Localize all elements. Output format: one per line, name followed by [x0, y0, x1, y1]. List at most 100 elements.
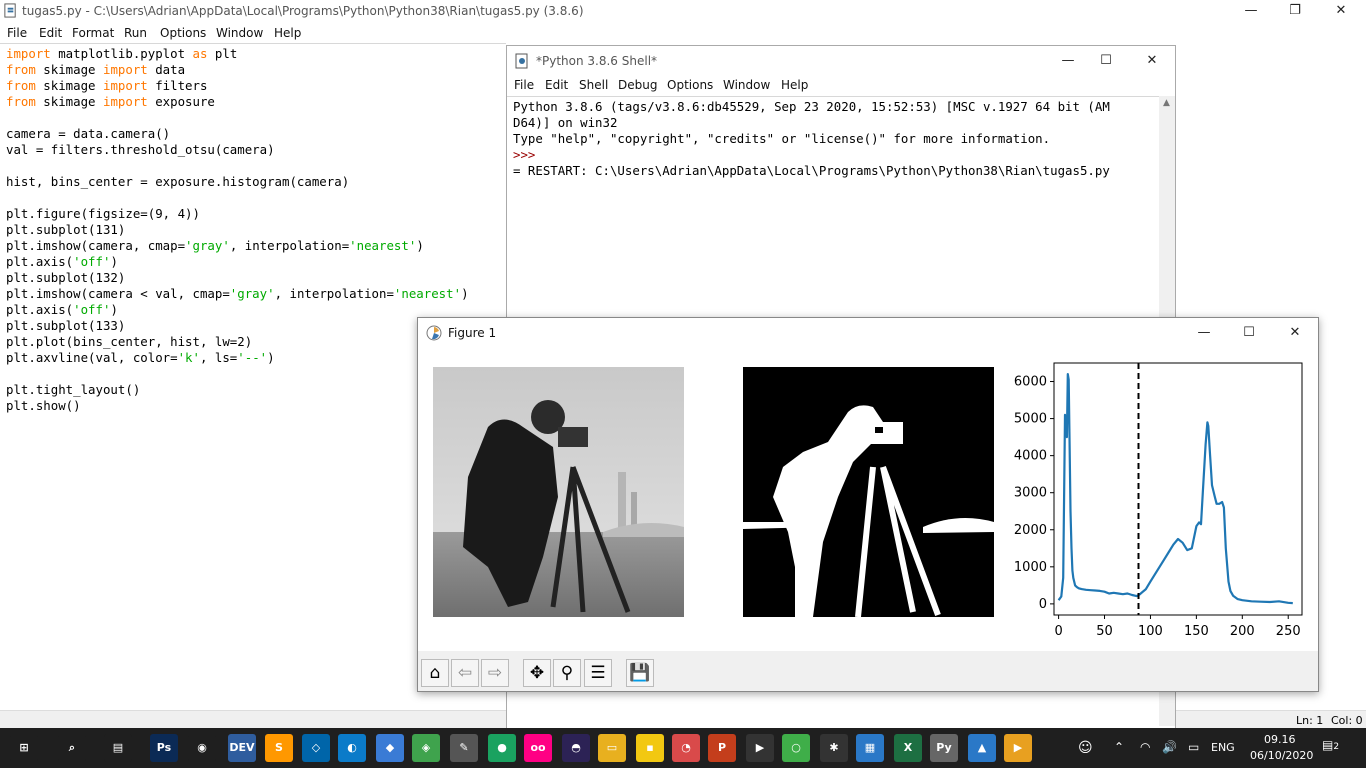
pan-icon[interactable]: ✥ — [523, 659, 551, 687]
photos-icon[interactable]: ▲ — [968, 734, 996, 762]
code-text: ) — [461, 286, 469, 301]
app-blue-icon[interactable]: ▦ — [856, 734, 884, 762]
shell-close-button[interactable]: ✕ — [1129, 50, 1175, 72]
shell-menu-help[interactable]: Help — [781, 78, 808, 92]
shell-menu-debug[interactable]: Debug — [618, 78, 657, 92]
camera-grayscale-image — [433, 367, 684, 617]
windows-taskbar: ☺ ⌃ ◠ 🔊 ▭ ENG 09.16 06/10/2020 ▤2 ⊞ ⌕ ▤ Ps ◉… — [0, 728, 1366, 768]
app-icon[interactable]: ● — [488, 734, 516, 762]
wifi-icon[interactable]: ◠ — [1140, 740, 1150, 754]
code-line: from skimage import exposure — [6, 94, 506, 110]
figure-title-bar: Figure 1 — ☐ ✕ — [418, 318, 1318, 349]
menu-format[interactable]: Format — [72, 26, 114, 40]
shell-title-bar: *Python 3.8.6 Shell* — ☐ ✕ — [507, 46, 1175, 76]
menu-edit[interactable]: Edit — [39, 26, 62, 40]
code-text: plt.axvline(val, color= — [6, 350, 178, 365]
figure-window: Figure 1 — ☐ ✕ 0 1000 2000 3000 4000 500… — [417, 317, 1319, 692]
shell-maximize-button[interactable]: ☐ — [1083, 50, 1129, 72]
code-keyword: as — [192, 46, 208, 61]
minimize-button[interactable]: — — [1228, 0, 1274, 22]
code-string: 'gray' — [185, 238, 230, 253]
edge-icon[interactable]: ◐ — [338, 734, 366, 762]
shell-line: Python 3.8.6 (tags/v3.8.6:db45529, Sep 2… — [513, 99, 1110, 114]
y-tick-label: 2000 — [1014, 523, 1047, 538]
code-text: ) — [416, 238, 424, 253]
flickr-icon[interactable]: oo — [524, 734, 552, 762]
save-icon[interactable]: 💾 — [626, 659, 654, 687]
terminal-icon[interactable]: ▶ — [746, 734, 774, 762]
editor-title: tugas5.py - C:\Users\Adrian\AppData\Loca… — [22, 4, 584, 18]
menu-help[interactable]: Help — [274, 26, 301, 40]
menu-run[interactable]: Run — [124, 26, 147, 40]
code-string: 'k' — [177, 350, 200, 365]
figure-canvas[interactable]: 0 1000 2000 3000 4000 5000 6000 0 50 100 150 200 250 — [418, 349, 1318, 651]
dev-cpp-icon[interactable]: DEV — [228, 734, 256, 762]
shell-menu-options[interactable]: Options — [667, 78, 713, 92]
tray-overflow-icon[interactable]: ⌃ — [1114, 740, 1124, 754]
code-text: val = filters.threshold_otsu(camera) — [6, 142, 275, 157]
windows-start-icon[interactable]: ⊞ — [10, 734, 38, 762]
x-tick-label: 50 — [1096, 624, 1113, 639]
figure-close-button[interactable]: ✕ — [1272, 322, 1318, 344]
language-indicator[interactable]: ENG — [1211, 741, 1235, 754]
inkscape-icon[interactable]: ◈ — [412, 734, 440, 762]
code-text: plt.axis( — [6, 254, 74, 269]
menu-options[interactable]: Options — [160, 26, 206, 40]
volume-icon[interactable]: 🔊 — [1162, 740, 1177, 754]
close-button[interactable]: ✕ — [1318, 0, 1364, 22]
python-idle-icon[interactable]: Py — [930, 734, 958, 762]
code-text: plt.subplot(132) — [6, 270, 126, 285]
code-text: skimage — [35, 62, 103, 77]
3d-viewer-icon[interactable]: ◆ — [376, 734, 404, 762]
notification-icon[interactable]: ▤2 — [1322, 738, 1339, 752]
snipping-tool-icon[interactable]: ◔ — [672, 734, 700, 762]
photoshop-icon[interactable]: Ps — [150, 734, 178, 762]
code-text: plt.imshow(camera, cmap= — [6, 238, 186, 253]
sticky-notes-icon[interactable]: ▪ — [636, 734, 664, 762]
shell-menu-edit[interactable]: Edit — [545, 78, 568, 92]
menu-file[interactable]: File — [7, 26, 27, 40]
chrome-icon[interactable]: ◉ — [188, 734, 216, 762]
excel-icon[interactable]: X — [894, 734, 922, 762]
search-icon[interactable]: ⌕ — [58, 734, 86, 762]
configure-subplots-icon[interactable]: ☰ — [584, 659, 612, 687]
powerpoint-icon[interactable]: P — [708, 734, 736, 762]
task-view-icon[interactable]: ▤ — [104, 734, 132, 762]
shell-menu-window[interactable]: Window — [723, 78, 770, 92]
settings-tools-icon[interactable]: ✎ — [450, 734, 478, 762]
figure-minimize-button[interactable]: — — [1181, 322, 1227, 344]
menu-window[interactable]: Window — [216, 26, 263, 40]
clock-date[interactable]: 06/10/2020 — [1250, 749, 1313, 762]
y-tick-label: 4000 — [1014, 449, 1047, 464]
eclipse-icon[interactable]: ◓ — [562, 734, 590, 762]
python-file-icon — [4, 3, 16, 18]
restore-button[interactable]: ❐ — [1272, 0, 1318, 22]
code-keyword: import — [102, 94, 148, 109]
code-keyword: from — [6, 94, 36, 109]
forward-arrow-icon[interactable]: ⇨ — [481, 659, 509, 687]
code-text: hist, bins_center = exposure.histogram(c… — [6, 174, 350, 189]
x-tick-label: 150 — [1184, 624, 1209, 639]
people-icon[interactable]: ☺ — [1078, 740, 1093, 756]
sublime-text-icon[interactable]: S — [265, 734, 293, 762]
battery-icon[interactable]: ▭ — [1188, 740, 1199, 754]
shell-menu-file[interactable]: File — [514, 78, 534, 92]
network-app-icon[interactable]: ✱ — [820, 734, 848, 762]
code-text: plt.subplot(133) — [6, 318, 126, 333]
vscode-icon[interactable]: ◇ — [302, 734, 330, 762]
code-text: skimage — [35, 78, 103, 93]
app-ring-icon[interactable]: ○ — [782, 734, 810, 762]
clock-time[interactable]: 09.16 — [1264, 733, 1296, 746]
x-tick-label: 200 — [1230, 624, 1255, 639]
shell-menu-shell[interactable]: Shell — [579, 78, 608, 92]
back-arrow-icon[interactable]: ⇦ — [451, 659, 479, 687]
code-line: plt.subplot(131) — [6, 222, 506, 238]
file-explorer-icon[interactable]: ▭ — [598, 734, 626, 762]
home-icon[interactable]: ⌂ — [421, 659, 449, 687]
shell-line: = RESTART: C:\Users\Adrian\AppData\Local… — [513, 163, 1110, 178]
media-player-icon[interactable]: ▶ — [1004, 734, 1032, 762]
code-text: plt.plot(bins_center, hist, lw=2) — [6, 334, 253, 349]
zoom-icon[interactable]: ⚲ — [553, 659, 581, 687]
figure-maximize-button[interactable]: ☐ — [1226, 322, 1272, 344]
